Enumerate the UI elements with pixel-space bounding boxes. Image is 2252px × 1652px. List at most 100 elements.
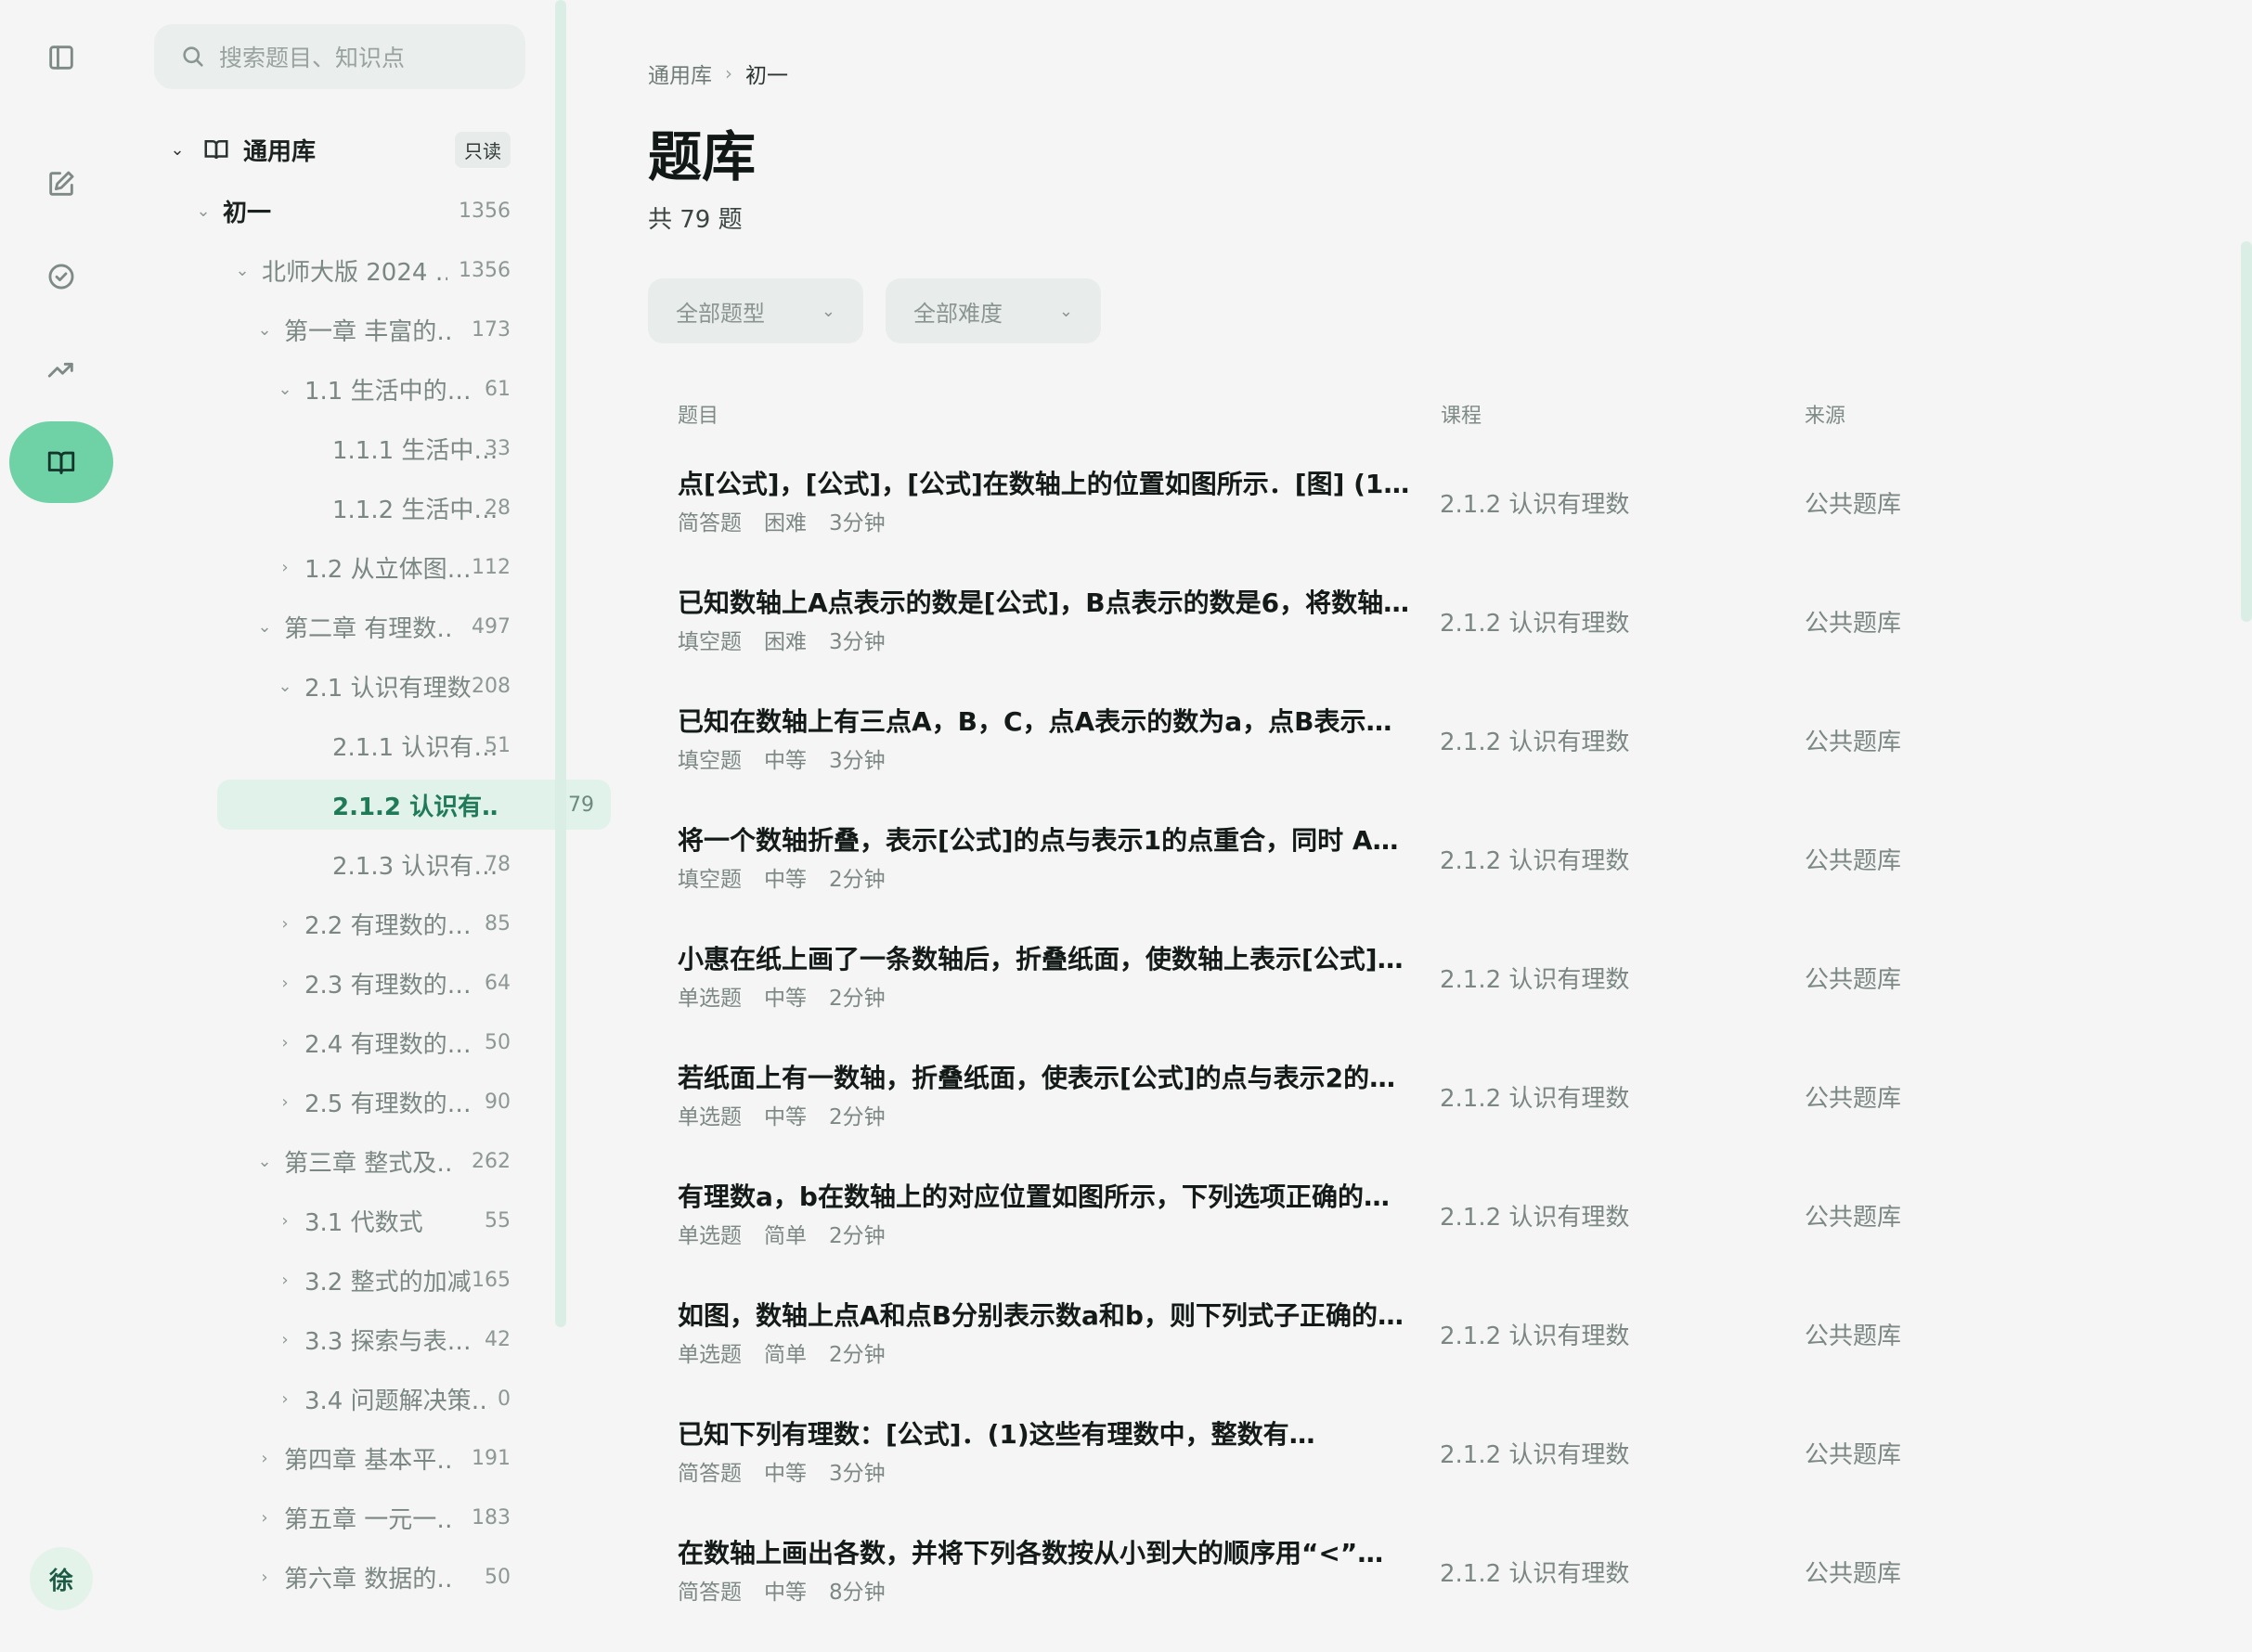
tree-item[interactable]: › 第五章 一元一… 183 [254,1492,511,1542]
tree-item[interactable]: › 第六章 数据的… 50 [254,1552,511,1602]
question-course: 2.1.2 认识有理数 [1440,1204,1630,1232]
question-time: 3分钟 [829,1462,886,1486]
check-circle-icon[interactable] [9,236,113,317]
question-source: 公共题库 [1805,966,1902,994]
question-course: 2.1.2 认识有理数 [1440,491,1630,519]
chevron-right-icon[interactable]: › [275,1271,295,1290]
chevron-right-icon[interactable]: › [254,1449,275,1468]
chevron-down-icon[interactable]: ⌄ [193,201,214,221]
chevron-right-icon[interactable]: › [275,1092,295,1112]
tree-item[interactable]: › 2.5 有理数的… 90 [275,1077,511,1127]
difficulty-filter[interactable]: 全部难度 ⌄ [886,278,1101,343]
chevron-down-icon: ⌄ [170,139,185,160]
question-type: 填空题 [678,630,742,654]
tree-item[interactable]: ⌄ 初一 1356 [193,186,511,236]
avatar[interactable]: 徐 [30,1547,93,1610]
chevron-down-icon[interactable]: ⌄ [254,1152,275,1171]
chevron-right-icon[interactable]: › [275,1033,295,1052]
tree-item[interactable]: ⌄ 第一章 丰富的… 173 [254,304,511,355]
tree-item[interactable]: ⌄ 1.1 生活中的… 61 [275,364,511,414]
chevron-right-icon[interactable]: › [275,1330,295,1349]
sidebar-scrollbar[interactable] [555,0,566,1327]
chevron-right-icon[interactable]: › [254,1568,275,1587]
tree-item-label: 第六章 数据的… [284,1565,451,1594]
question-type: 单选题 [678,1105,742,1129]
tree-item[interactable]: 2.1.3 认识有… 78 [303,839,511,889]
table-row[interactable]: 已知下列有理数：[公式]．(1)这些有理数中，整数有… 简答题 中等 3分钟 2.1.2… [648,1414,1929,1533]
tree-item-label: 2.1 认识有理数 [304,674,472,703]
chevron-down-icon[interactable]: ⌄ [275,380,295,399]
tree-item[interactable]: ⌄ 第三章 整式及… 262 [254,1136,511,1186]
question-meta: 填空题 中等 3分钟 [678,742,886,774]
search-input[interactable]: 搜索题目、知识点 [154,24,525,89]
tree-item-count: 78 [485,852,511,876]
tree-item-label: 第一章 丰富的… [284,317,451,346]
tree-item[interactable]: 2.1.2 认识有… 79 [217,780,611,830]
chevron-right-icon[interactable]: › [275,1389,295,1409]
question-type-filter-label: 全部题型 [676,300,765,327]
chevron-down-icon[interactable]: ⌄ [254,320,275,340]
question-meta: 单选题 中等 2分钟 [678,1099,886,1130]
trending-up-icon[interactable] [9,329,113,410]
question-source: 公共题库 [1805,847,1902,875]
question-meta: 简答题 困难 3分钟 [678,505,886,536]
chevron-right-icon[interactable]: › [275,914,295,934]
question-difficulty: 困难 [764,511,807,536]
tree-item[interactable]: › 第四章 基本平… 191 [254,1433,511,1483]
chevron-right-icon[interactable]: › [275,974,295,993]
table-row[interactable]: 若纸面上有一数轴，折叠纸面，使表示[公式]的点与表示2的… 单选题 中等 2分钟 2.1… [648,1058,1929,1177]
breadcrumb-parent[interactable]: 通用库 [648,58,712,89]
table-row[interactable]: 如图，数轴上点A和点B分别表示数a和b，则下列式子正确的… 单选题 简单 2分钟 2.1… [648,1296,1929,1414]
table-row[interactable]: 在数轴上画出各数，并将下列各数按从小到大的顺序用“<”… 简答题 中等 8分钟 2.1.… [648,1533,1929,1652]
chevron-right-icon[interactable]: › [275,1211,295,1231]
question-meta: 单选题 简单 2分钟 [678,1218,886,1249]
tree-item[interactable]: › 3.3 探索与表… 42 [275,1314,511,1364]
question-type-filter[interactable]: 全部题型 ⌄ [648,278,863,343]
icon-rail: 徐 [0,0,123,1650]
chevron-right-icon[interactable]: › [254,1508,275,1528]
chevron-down-icon[interactable]: ⌄ [254,617,275,637]
tree-item[interactable]: › 3.1 代数式 55 [275,1195,511,1245]
tree-item[interactable]: 1.1.2 生活中… 28 [303,483,511,533]
tree-root-general-library[interactable]: ⌄ 通用库 只读 [167,124,525,174]
main-scrollbar[interactable] [2241,241,2252,622]
tree-item[interactable]: › 1.2 从立体图… 112 [275,542,511,592]
column-header-source[interactable]: 来源 [1805,399,1845,429]
table-row[interactable]: 将一个数轴折叠，表示[公式]的点与表示1的点重合，同时 A… 填空题 中等 2分钟 2.… [648,820,1929,939]
table-row[interactable]: 已知在数轴上有三点A，B，C，点A表示的数为a，点B表示的… 填空题 中等 3分钟 2.… [648,702,1929,820]
tree-item[interactable]: › 2.3 有理数的… 64 [275,958,511,1008]
tree-item-count: 497 [472,614,511,639]
table-row[interactable]: 小惠在纸上画了一条数轴后，折叠纸面，使数轴上表示[公式]… 单选题 中等 2分钟 2.1… [648,939,1929,1058]
chevron-right-icon[interactable]: › [275,558,295,577]
question-type: 单选题 [678,987,742,1011]
sidebar-toggle-icon[interactable] [9,17,113,98]
table-row[interactable]: 已知数轴上A点表示的数是[公式]，B点表示的数是6，将数轴… 填空题 困难 3分钟 2.… [648,583,1929,702]
column-header-course[interactable]: 课程 [1441,399,1482,429]
edit-icon[interactable] [9,143,113,225]
question-time: 2分钟 [829,1224,886,1248]
column-header-question[interactable]: 题目 [678,399,718,429]
tree-item[interactable]: ⌄ 北师大版 2024 … 1356 [232,245,511,295]
question-title: 已知数轴上A点表示的数是[公式]，B点表示的数是6，将数轴… [678,587,1410,618]
tree-item-label: 3.3 探索与表… [304,1327,472,1356]
tree-item[interactable]: › 2.4 有理数的… 50 [275,1017,511,1067]
chevron-down-icon[interactable]: ⌄ [232,261,252,280]
tree-item-label: 2.3 有理数的… [304,971,472,1000]
question-bank-nav-button[interactable] [9,421,113,503]
question-time: 2分钟 [829,1105,886,1129]
tree-item[interactable]: › 3.4 问题解决策… 0 [275,1374,511,1424]
tree-item-count: 173 [472,317,511,342]
tree-item-count: 50 [485,1030,511,1054]
question-source: 公共题库 [1805,1204,1902,1232]
table-row[interactable]: 点[公式]，[公式]，[公式]在数轴上的位置如图所示．[图] (1)… 简答题 困难… [648,464,1929,583]
tree-item[interactable]: ⌄ 2.1 认识有理数 208 [275,661,511,711]
tree-item[interactable]: 2.1.1 认识有… 51 [303,720,511,770]
table-row[interactable]: 有理数a，b在数轴上的对应位置如图所示，下列选项正确的… 单选题 简单 2分钟 2.1.… [648,1177,1929,1296]
tree-item[interactable]: › 2.2 有理数的… 85 [275,898,511,949]
tree-item[interactable]: › 3.2 整式的加减 165 [275,1255,511,1305]
difficulty-filter-label: 全部难度 [913,300,1003,327]
tree-item[interactable]: 1.1.1 生活中… 33 [303,423,511,473]
chevron-down-icon[interactable]: ⌄ [275,677,295,696]
tree-item[interactable]: ⌄ 第二章 有理数… 497 [254,601,511,652]
tree-item-label: 3.2 整式的加减 [304,1268,472,1297]
